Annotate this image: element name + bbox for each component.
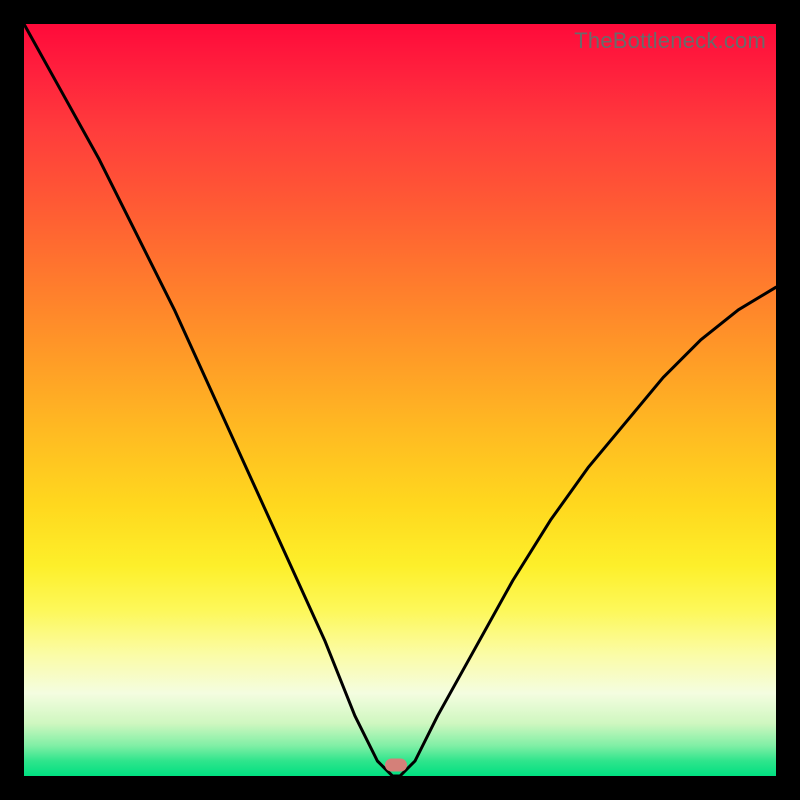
optimum-marker [385,758,407,771]
chart-frame: TheBottleneck.com [0,0,800,800]
bottleneck-curve [24,24,776,776]
chart-plot-area: TheBottleneck.com [24,24,776,776]
